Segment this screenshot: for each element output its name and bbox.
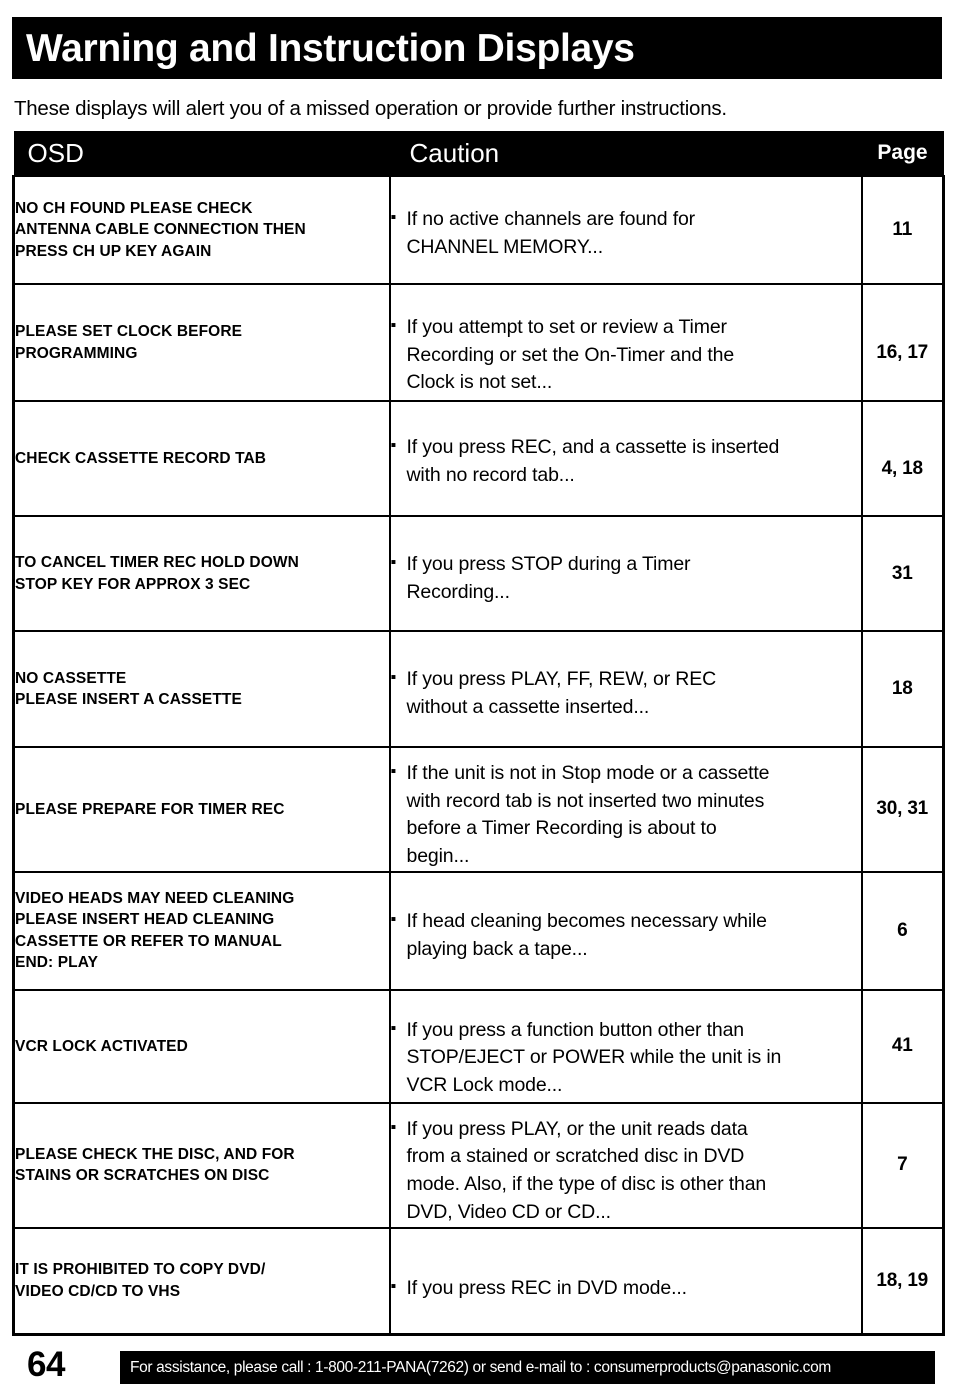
table-row: VIDEO HEADS MAY NEED CLEANING PLEASE INS… xyxy=(12,870,945,991)
bullet-icon: ▪ xyxy=(390,1019,397,1037)
page-title: Warning and Instruction Displays xyxy=(26,26,635,70)
cell-osd: PLEASE CHECK THE DISC, AND FOR STAINS OR… xyxy=(12,1101,391,1229)
table-row: PLEASE SET CLOCK BEFORE PROGRAMMING ▪ If… xyxy=(12,283,945,402)
caution-description: If no active channels are found for CHAN… xyxy=(406,208,696,258)
caution-description: If you attempt to set or review a Timer … xyxy=(406,315,735,394)
caution-description: If you press PLAY, FF, REW, or REC witho… xyxy=(406,668,717,718)
bullet-icon: ▪ xyxy=(390,553,397,571)
osd-message: CHECK CASSETTE RECORD TAB xyxy=(15,449,267,467)
cell-page: 18 xyxy=(860,630,945,748)
page-reference: 30, 31 xyxy=(876,798,929,820)
caution-description: If you press STOP during a Timer Recordi… xyxy=(406,552,691,603)
bullet-icon: ▪ xyxy=(390,1277,397,1295)
bullet-icon: ▪ xyxy=(390,911,397,929)
cell-page: 31 xyxy=(860,515,945,632)
cell-caution: ▪ If you press a function button other t… xyxy=(388,988,863,1104)
table-row: PLEASE PREPARE FOR TIMER REC ▪ If the un… xyxy=(12,746,945,873)
osd-message: VCR LOCK ACTIVATED xyxy=(15,1037,188,1055)
table-header: OSD Caution Page xyxy=(13,131,944,176)
cell-caution: ▪ If you press REC in DVD mode... xyxy=(388,1226,863,1336)
manual-page: Warning and Instruction Displays These d… xyxy=(0,0,954,1393)
cell-caution: ▪ If no active channels are found for CH… xyxy=(388,175,863,285)
page-reference: 31 xyxy=(891,562,913,584)
cell-page: 11 xyxy=(860,175,945,285)
cell-page: 4, 18 xyxy=(860,400,945,517)
cell-caution: ▪ If you press STOP during a Timer Recor… xyxy=(388,515,863,632)
cell-osd: VIDEO HEADS MAY NEED CLEANING PLEASE INS… xyxy=(12,870,391,991)
caution-description: If you press a function button other tha… xyxy=(406,1018,782,1097)
caution-description: If head cleaning becomes necessary while… xyxy=(406,910,768,960)
assistance-text: For assistance, please call : 1-800-211-… xyxy=(130,1358,831,1376)
cell-caution: ▪ If you press PLAY, or the unit reads d… xyxy=(388,1101,863,1229)
intro-paragraph: These displays will alert you of a misse… xyxy=(14,97,727,120)
column-header-osd: OSD xyxy=(13,131,390,176)
table-body: NO CH FOUND PLEASE CHECK ANTENNA CABLE C… xyxy=(12,175,945,1336)
cell-caution: ▪ If you press PLAY, FF, REW, or REC wit… xyxy=(388,630,863,748)
cell-osd: PLEASE PREPARE FOR TIMER REC xyxy=(12,746,391,873)
bullet-icon: ▪ xyxy=(390,1118,397,1136)
page-reference: 11 xyxy=(892,219,913,240)
cell-osd: PLEASE SET CLOCK BEFORE PROGRAMMING xyxy=(12,283,391,402)
page-reference: 18, 19 xyxy=(876,1269,929,1291)
table-row: PLEASE CHECK THE DISC, AND FOR STAINS OR… xyxy=(12,1101,945,1229)
osd-message: TO CANCEL TIMER REC HOLD DOWN STOP KEY F… xyxy=(15,554,299,593)
column-header-page: Page xyxy=(861,131,944,176)
cell-page: 6 xyxy=(860,870,945,991)
table-row: IT IS PROHIBITED TO COPY DVD/ VIDEO CD/C… xyxy=(12,1226,945,1336)
osd-message: PLEASE CHECK THE DISC, AND FOR STAINS OR… xyxy=(15,1145,295,1185)
page-title-banner: Warning and Instruction Displays xyxy=(12,17,942,79)
table-header-row: OSD Caution Page xyxy=(13,131,944,176)
bullet-icon: ▪ xyxy=(390,316,397,334)
cell-osd: VCR LOCK ACTIVATED xyxy=(12,988,391,1104)
bullet-icon: ▪ xyxy=(390,763,397,780)
page-reference: 7 xyxy=(897,1154,908,1176)
page-footer: 64 For assistance, please call : 1-800-2… xyxy=(0,1345,954,1393)
osd-message: IT IS PROHIBITED TO COPY DVD/ VIDEO CD/C… xyxy=(15,1261,266,1300)
cell-osd: TO CANCEL TIMER REC HOLD DOWN STOP KEY F… xyxy=(12,515,391,632)
osd-caution-table: OSD Caution Page NO CH FOUND PLEASE CHEC… xyxy=(12,131,945,1336)
cell-osd: NO CASSETTE PLEASE INSERT A CASSETTE xyxy=(12,630,391,748)
bullet-icon: ▪ xyxy=(390,436,397,454)
table-row: CHECK CASSETTE RECORD TAB ▪ If you press… xyxy=(12,400,945,517)
table-row: NO CASSETTE PLEASE INSERT A CASSETTE ▪ I… xyxy=(12,630,945,748)
osd-message: PLEASE PREPARE FOR TIMER REC xyxy=(15,800,285,818)
table-row: VCR LOCK ACTIVATED ▪ If you press a func… xyxy=(12,988,945,1104)
cell-osd: NO CH FOUND PLEASE CHECK ANTENNA CABLE C… xyxy=(12,175,391,285)
osd-message: NO CH FOUND PLEASE CHECK ANTENNA CABLE C… xyxy=(15,199,306,260)
cell-osd: IT IS PROHIBITED TO COPY DVD/ VIDEO CD/C… xyxy=(12,1226,391,1336)
osd-message: PLEASE SET CLOCK BEFORE PROGRAMMING xyxy=(15,323,243,362)
caution-description: If you press REC, and a cassette is inse… xyxy=(406,435,780,486)
cell-osd: CHECK CASSETTE RECORD TAB xyxy=(12,400,391,517)
cell-caution: ▪ If you attempt to set or review a Time… xyxy=(388,283,863,402)
cell-caution: ▪ If you press REC, and a cassette is in… xyxy=(388,400,863,517)
column-header-caution: Caution xyxy=(389,131,862,176)
table-row: NO CH FOUND PLEASE CHECK ANTENNA CABLE C… xyxy=(12,175,945,285)
footer-page-number: 64 xyxy=(27,1345,65,1384)
page-reference: 18 xyxy=(891,678,913,699)
page-reference: 16, 17 xyxy=(876,341,929,363)
caution-description: If the unit is not in Stop mode or a cas… xyxy=(406,762,770,868)
page-reference: 4, 18 xyxy=(881,457,923,479)
page-reference: 41 xyxy=(891,1035,913,1057)
table-row: TO CANCEL TIMER REC HOLD DOWN STOP KEY F… xyxy=(12,515,945,632)
cell-page: 18, 19 xyxy=(860,1226,945,1336)
osd-message: VIDEO HEADS MAY NEED CLEANING PLEASE INS… xyxy=(15,890,295,972)
caution-description: If you press REC in DVD mode... xyxy=(406,1276,688,1299)
bullet-icon: ▪ xyxy=(390,669,397,687)
cell-page: 41 xyxy=(860,988,945,1104)
cell-page: 16, 17 xyxy=(860,283,945,402)
caution-description: If you press PLAY, or the unit reads dat… xyxy=(406,1117,767,1223)
cell-page: 7 xyxy=(860,1101,945,1229)
cell-caution: ▪ If head cleaning becomes necessary whi… xyxy=(388,870,863,991)
cell-page: 30, 31 xyxy=(860,746,945,873)
page-reference: 6 xyxy=(897,919,908,941)
assistance-bar: For assistance, please call : 1-800-211-… xyxy=(120,1351,935,1384)
osd-message: NO CASSETTE PLEASE INSERT A CASSETTE xyxy=(15,669,242,708)
bullet-icon: ▪ xyxy=(390,209,397,227)
cell-caution: ▪ If the unit is not in Stop mode or a c… xyxy=(388,746,863,873)
